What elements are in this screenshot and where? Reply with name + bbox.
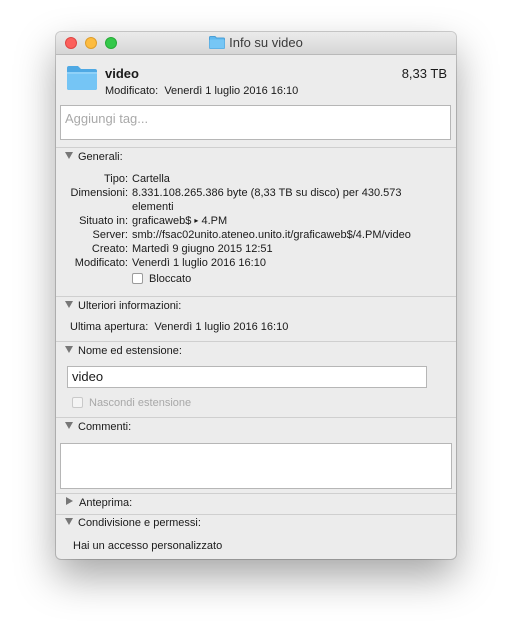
section-condivisione-toggle[interactable]: Condivisione e permessi: [65,517,201,529]
section-generali-toggle[interactable]: Generali: [65,151,123,163]
tag-placeholder: Aggiungi tag... [65,111,149,126]
window-title-group: Info su video [56,35,456,52]
divider [56,341,456,342]
section-generali-heading: Generali: [78,151,123,163]
section-ulteriori-toggle[interactable]: Ulteriori informazioni: [65,300,181,312]
section-condivisione-heading: Condivisione e permessi: [78,517,201,529]
file-size: 8,33 TB [401,66,447,81]
section-nome-heading: Nome ed estensione: [78,345,182,357]
disclosure-down-icon [65,301,73,308]
tag-input[interactable]: Aggiungi tag... [60,105,451,140]
bloccato-checkbox[interactable]: Bloccato [132,272,442,286]
dimensioni-label: Dimensioni: [70,187,128,199]
nascondi-label: Nascondi estensione [89,397,192,409]
dimensioni-value: 8.331.108.265.386 byte (8,33 TB su disco… [132,187,402,213]
window-title: Info su video [229,35,303,50]
bloccato-label: Bloccato [149,273,192,285]
nascondi-checkbox[interactable]: Nascondi estensione [72,396,191,410]
comments-field[interactable] [60,443,452,489]
modified-label: Modificato: [105,85,159,97]
disclosure-down-icon [65,518,73,525]
divider [56,296,456,297]
divider [56,417,456,418]
modificato-value: Venerdì 1 luglio 2016 16:10 [132,257,266,269]
disclosure-down-icon [65,152,73,159]
section-anteprima-toggle[interactable]: Anteprima: [65,497,132,509]
server-label: Server: [92,229,128,241]
section-nome-toggle[interactable]: Nome ed estensione: [65,345,182,357]
section-anteprima-heading: Anteprima: [79,497,133,509]
path-arrow-icon: ▸ [194,216,199,225]
situato-sub: 4.PM [201,215,228,227]
creato-value: Martedì 9 giugno 2015 12:51 [132,243,273,255]
divider [56,493,456,494]
file-header: video 8,33 TB Modificato: Venerdì 1 lugl… [56,55,456,105]
modificato-label: Modificato: [74,257,128,269]
ultima-group: Ultima apertura: Venerdì 1 luglio 2016 1… [70,320,288,334]
folder-icon [66,65,98,94]
folder-icon [209,36,226,52]
section-commenti-toggle[interactable]: Commenti: [65,421,131,433]
disclosure-down-icon [65,346,73,353]
checkbox-box[interactable] [132,273,143,284]
server-value: smb://fsac02unito.ateneo.unito.it/grafic… [132,229,411,241]
divider [56,514,456,515]
section-commenti-heading: Commenti: [78,421,132,433]
disclosure-right-icon [66,497,73,505]
access-text: Hai un accesso personalizzato [73,540,223,552]
disclosure-down-icon [65,422,73,429]
info-window: Info su video video 8,33 TB Modificato: … [56,32,456,559]
tipo-label: Tipo: [103,173,128,185]
ultima-label: Ultima apertura: [70,321,149,333]
name-field-value: video [72,369,104,384]
title-bar[interactable]: Info su video [56,32,456,55]
header-modified: Modificato: Venerdì 1 luglio 2016 16:10 [105,85,298,97]
situato-label: Situato in: [79,215,128,227]
situato-value-group: graficaweb$ ▸ 4.PM [132,214,442,228]
tipo-value: Cartella [132,173,170,185]
modified-value: Venerdì 1 luglio 2016 16:10 [164,85,299,97]
checkbox-box[interactable] [72,397,83,408]
file-name: video [105,66,139,81]
situato-value: graficaweb$ [132,215,192,227]
divider [56,147,456,148]
section-ulteriori-heading: Ulteriori informazioni: [78,300,182,312]
creato-label: Creato: [91,243,128,255]
ultima-value: Venerdì 1 luglio 2016 16:10 [154,321,289,333]
name-field[interactable]: video [67,366,427,388]
